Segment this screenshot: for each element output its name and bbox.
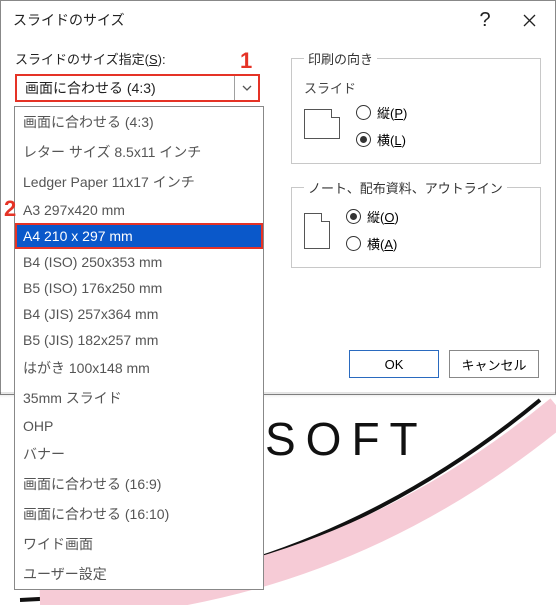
dropdown-option[interactable]: 画面に合わせる (4:3) <box>15 107 263 137</box>
notes-portrait-label: 縦(O) <box>367 207 399 226</box>
cancel-button[interactable]: キャンセル <box>449 350 539 378</box>
dropdown-option[interactable]: はがき 100x148 mm <box>15 353 263 383</box>
slide-size-dropdown-list[interactable]: 画面に合わせる (4:3)レター サイズ 8.5x11 インチLedger Pa… <box>14 106 264 590</box>
dropdown-option[interactable]: ユーザー設定 <box>15 559 263 589</box>
slide-size-dropdown-button[interactable] <box>234 76 258 100</box>
slides-orientation-row: 縦(P) 横(L) <box>304 103 528 149</box>
help-button[interactable]: ? <box>467 6 503 34</box>
radio-icon <box>346 236 361 251</box>
dropdown-option[interactable]: B4 (ISO) 250x353 mm <box>15 249 263 275</box>
slide-size-value: 画面に合わせる (4:3) <box>17 78 234 98</box>
page-landscape-icon <box>304 109 340 139</box>
close-button[interactable] <box>511 6 547 34</box>
dropdown-option[interactable]: 35mm スライド <box>15 383 263 413</box>
dropdown-option[interactable]: Ledger Paper 11x17 インチ <box>15 167 263 197</box>
page-portrait-icon <box>304 213 330 249</box>
slides-portrait-radio[interactable]: 縦(P) <box>356 103 407 122</box>
radio-checked-icon <box>346 209 361 224</box>
notes-legend: ノート、配布資料、アウトライン <box>304 178 507 197</box>
dropdown-option[interactable]: 画面に合わせる (16:10) <box>15 499 263 529</box>
titlebar-controls: ? <box>467 6 547 34</box>
dropdown-option[interactable]: 画面に合わせる (16:9) <box>15 469 263 499</box>
radio-checked-icon <box>356 132 371 147</box>
ok-button[interactable]: OK <box>349 350 439 378</box>
orientation-fieldset: 印刷の向き スライド 縦(P) <box>291 49 541 164</box>
notes-portrait-radio[interactable]: 縦(O) <box>346 207 399 226</box>
dropdown-option[interactable]: B5 (JIS) 182x257 mm <box>15 327 263 353</box>
dropdown-option[interactable]: レター サイズ 8.5x11 インチ <box>15 137 263 167</box>
dropdown-option[interactable]: A4 210 x 297 mm <box>15 223 263 249</box>
background-logo-text: SOFT <box>265 412 428 466</box>
slide-size-combobox[interactable]: 画面に合わせる (4:3) <box>15 74 260 102</box>
annotation-marker-1: 1 <box>240 48 252 74</box>
radio-icon <box>356 105 371 120</box>
slides-landscape-label: 横(L) <box>377 130 406 149</box>
notes-landscape-label: 横(A) <box>367 234 397 253</box>
annotation-marker-2: 2 <box>4 196 16 222</box>
dropdown-option[interactable]: バナー <box>15 439 263 469</box>
notes-orientation-row: 縦(O) 横(A) <box>304 207 528 253</box>
close-icon <box>523 14 536 27</box>
slides-sublabel: スライド <box>304 78 528 97</box>
dropdown-option[interactable]: B4 (JIS) 257x364 mm <box>15 301 263 327</box>
dropdown-option[interactable]: ワイド画面 <box>15 529 263 559</box>
slides-landscape-radio[interactable]: 横(L) <box>356 130 407 149</box>
notes-fieldset: ノート、配布資料、アウトライン 縦(O) 横( <box>291 178 541 268</box>
titlebar: スライドのサイズ ? <box>1 1 555 39</box>
dialog-button-row: OK キャンセル <box>349 350 539 378</box>
notes-landscape-radio[interactable]: 横(A) <box>346 234 399 253</box>
slide-size-label: スライドのサイズ指定(S): <box>15 49 275 68</box>
dropdown-option[interactable]: A3 297x420 mm <box>15 197 263 223</box>
dialog-title: スライドのサイズ <box>13 10 125 30</box>
chevron-down-icon <box>242 85 252 91</box>
dropdown-option[interactable]: OHP <box>15 413 263 439</box>
orientation-legend: 印刷の向き <box>304 49 377 68</box>
dropdown-option[interactable]: B5 (ISO) 176x250 mm <box>15 275 263 301</box>
slides-portrait-label: 縦(P) <box>377 103 407 122</box>
